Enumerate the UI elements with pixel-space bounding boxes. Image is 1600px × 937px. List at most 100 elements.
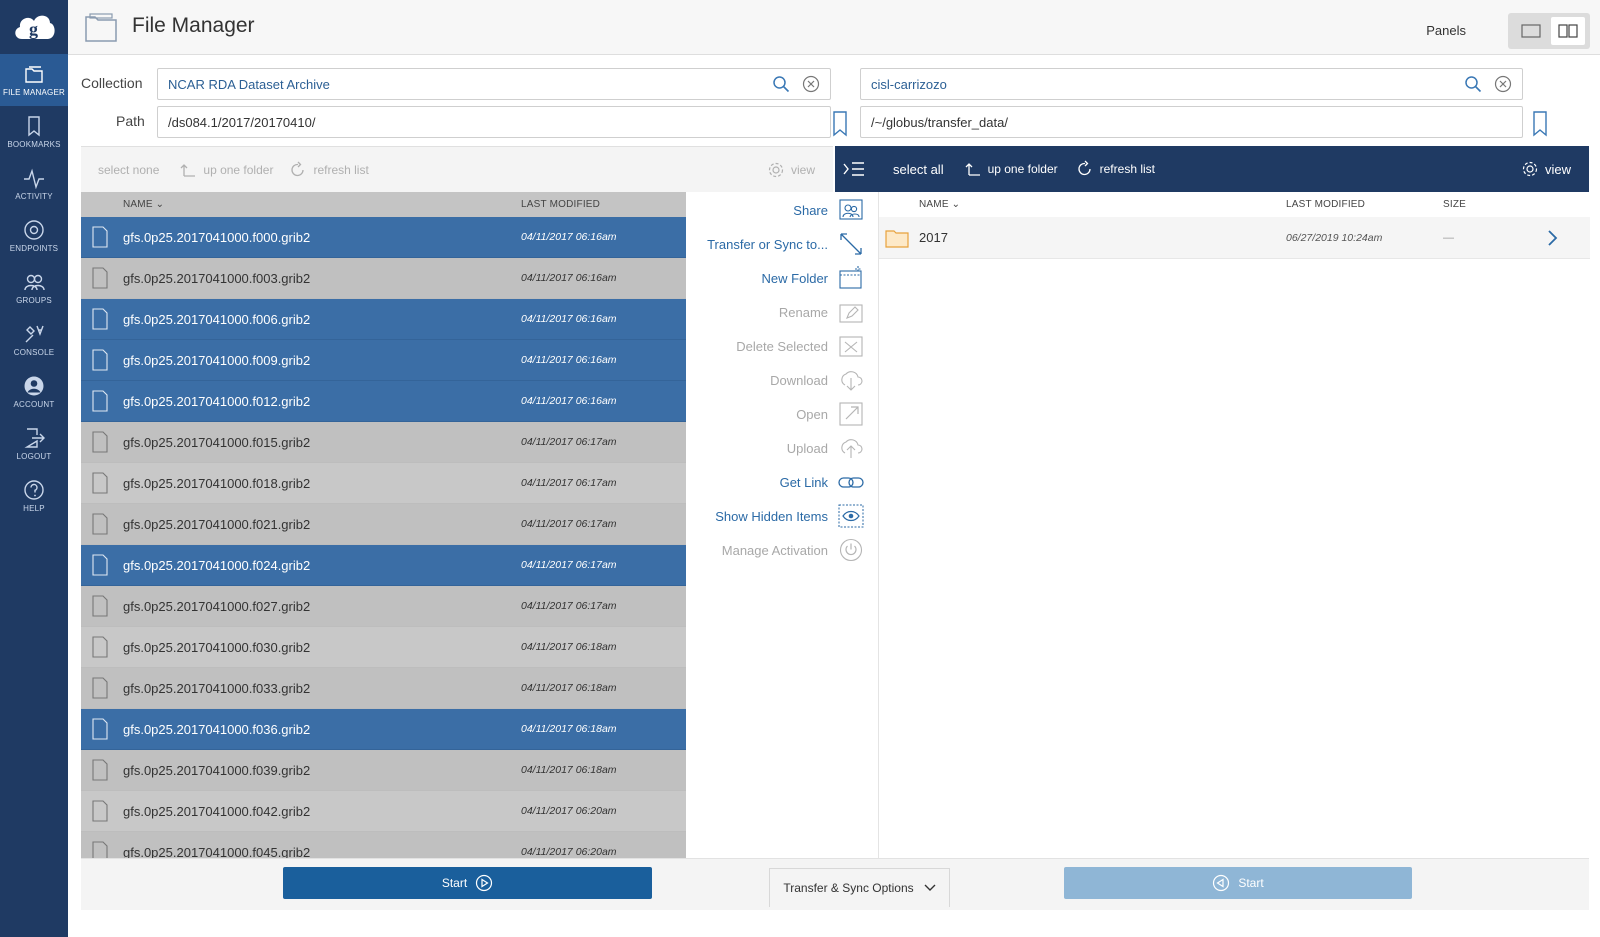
file-name: gfs.0p25.2017041000.f021.grib2 [123, 516, 311, 532]
folder-row[interactable]: 2017 06/27/2019 10:24am — [879, 217, 1590, 259]
file-name: gfs.0p25.2017041000.f018.grib2 [123, 475, 311, 491]
file-modified: 04/11/2017 06:18am [521, 764, 617, 776]
svg-text:g: g [29, 19, 38, 39]
action-rename[interactable]: Rename [779, 298, 864, 326]
file-row[interactable]: gfs.0p25.2017041000.f006.grib2 04/11/2017… [81, 299, 686, 340]
start-transfer-right-button[interactable]: Start [1064, 867, 1412, 899]
file-row[interactable]: gfs.0p25.2017041000.f021.grib2 04/11/2017… [81, 504, 686, 545]
transfer-sync-options-label: Transfer & Sync Options [783, 881, 914, 895]
dual-panel-button[interactable] [1550, 17, 1585, 45]
left-bookmark-icon[interactable] [833, 111, 847, 137]
action-get-link[interactable]: Get Link [780, 468, 864, 496]
panels-label: Panels [1426, 23, 1466, 38]
file-icon [92, 226, 108, 248]
right-refresh-button[interactable]: refresh list [1076, 160, 1155, 178]
action-open[interactable]: Open [796, 400, 864, 428]
clear-icon[interactable] [1492, 73, 1514, 95]
sidebar-item-endpoints[interactable]: ENDPOINTS [0, 210, 68, 262]
name-column-header[interactable]: NAME ⌄ [123, 199, 164, 210]
modified-column-header[interactable]: LAST MODIFIED [1286, 199, 1365, 210]
action-label: Open [796, 406, 828, 422]
size-column-header[interactable]: SIZE [1443, 199, 1466, 210]
right-collection-input[interactable]: cisl-carrizozo [860, 68, 1523, 100]
select-none-button[interactable]: select none [98, 163, 159, 177]
console-icon [25, 325, 44, 343]
modified-column-header[interactable]: LAST MODIFIED [521, 199, 600, 210]
file-row[interactable]: gfs.0p25.2017041000.f018.grib2 04/11/2017… [81, 463, 686, 504]
left-refresh-button[interactable]: refresh list [289, 161, 369, 179]
transfer-icon [840, 233, 862, 255]
search-icon[interactable] [770, 73, 792, 95]
start-label: Start [1238, 876, 1264, 890]
right-file-list: NAME ⌄ LAST MODIFIED SIZE 2017 06/27/201… [878, 192, 1590, 858]
right-path-input[interactable]: /~/globus/transfer_data/ [860, 106, 1523, 138]
file-row[interactable]: gfs.0p25.2017041000.f027.grib2 04/11/2017… [81, 586, 686, 627]
sidebar-item-account[interactable]: ACCOUNT [0, 366, 68, 418]
file-icon [92, 841, 108, 858]
bookmark-icon [28, 116, 40, 137]
start-transfer-left-button[interactable]: Start [283, 867, 652, 899]
sidebar-item-label: BOOKMARKS [7, 140, 61, 149]
logout-icon [24, 428, 45, 448]
chevron-right-icon[interactable] [1546, 229, 1558, 247]
file-row[interactable]: gfs.0p25.2017041000.f033.grib2 04/11/2017… [81, 668, 686, 709]
refresh-label: refresh list [313, 162, 369, 177]
transfer-sync-options-button[interactable]: Transfer & Sync Options [769, 868, 950, 907]
sidebar-item-console[interactable]: CONSOLE [0, 314, 68, 366]
action-show-hidden-items[interactable]: Show Hidden Items [715, 502, 864, 530]
right-toolbar: select all up one folder refresh list vi… [835, 146, 1589, 192]
right-up-folder-button[interactable]: up one folder [964, 160, 1058, 178]
sidebar-item-bookmarks[interactable]: BOOKMARKS [0, 106, 68, 158]
sidebar-item-file-manager[interactable]: FILE MANAGER [0, 54, 68, 106]
file-icon [92, 759, 108, 781]
sidebar-item-logout[interactable]: LOGOUT [0, 418, 68, 470]
select-all-button[interactable]: select all [893, 162, 944, 177]
single-panel-button[interactable] [1514, 17, 1548, 45]
left-collection-input[interactable]: NCAR RDA Dataset Archive [157, 68, 831, 100]
main-content: Collection NCAR RDA Dataset Archive Path… [68, 55, 1600, 937]
delete-icon [839, 336, 863, 357]
sidebar-item-help[interactable]: HELP [0, 470, 68, 522]
file-row[interactable]: gfs.0p25.2017041000.f042.grib2 04/11/2017… [81, 791, 686, 832]
search-icon[interactable] [1462, 73, 1484, 95]
action-label: Transfer or Sync to... [707, 236, 828, 252]
action-download[interactable]: Download [770, 366, 864, 394]
name-column-label: NAME [123, 199, 153, 210]
action-new-folder[interactable]: New Folder [762, 264, 864, 292]
file-row[interactable]: gfs.0p25.2017041000.f045.grib2 04/11/2017… [81, 832, 686, 858]
file-row[interactable]: gfs.0p25.2017041000.f000.grib2 04/11/2017… [81, 217, 686, 258]
file-icon [92, 431, 108, 453]
file-row[interactable]: gfs.0p25.2017041000.f012.grib2 04/11/2017… [81, 381, 686, 422]
file-icon [92, 390, 108, 412]
open-icon [839, 402, 863, 426]
action-delete-selected[interactable]: Delete Selected [736, 332, 864, 360]
file-row[interactable]: gfs.0p25.2017041000.f039.grib2 04/11/2017… [81, 750, 686, 791]
file-name: gfs.0p25.2017041000.f009.grib2 [123, 352, 311, 368]
globus-logo[interactable]: g [0, 0, 68, 54]
file-row[interactable]: gfs.0p25.2017041000.f003.grib2 04/11/2017… [81, 258, 686, 299]
file-row[interactable]: gfs.0p25.2017041000.f030.grib2 04/11/2017… [81, 627, 686, 668]
action-upload[interactable]: Upload [787, 434, 864, 462]
action-label: Get Link [779, 474, 828, 490]
file-row[interactable]: gfs.0p25.2017041000.f024.grib2 04/11/2017… [81, 545, 686, 586]
clear-icon[interactable] [800, 73, 822, 95]
right-view-button[interactable]: view [1521, 160, 1571, 178]
refresh-label: refresh list [1099, 162, 1155, 176]
sidebar-item-activity[interactable]: ACTIVITY [0, 158, 68, 210]
left-file-list: NAME ⌄ LAST MODIFIED gfs.0p25.2017041000… [81, 192, 686, 858]
right-bookmark-icon[interactable] [1533, 111, 1547, 137]
action-manage-activation[interactable]: Manage Activation [722, 536, 864, 564]
up-folder-icon [180, 163, 196, 177]
file-row[interactable]: gfs.0p25.2017041000.f015.grib2 04/11/2017… [81, 422, 686, 463]
left-up-folder-button[interactable]: up one folder [179, 161, 273, 179]
name-column-header[interactable]: NAME ⌄ [919, 199, 960, 210]
file-row[interactable]: gfs.0p25.2017041000.f036.grib2 04/11/2017… [81, 709, 686, 750]
sidebar-item-groups[interactable]: GROUPS [0, 262, 68, 314]
action-transfer-or-sync-to[interactable]: Transfer or Sync to... [707, 230, 864, 258]
collapse-panel-icon[interactable] [843, 160, 865, 178]
up-folder-icon [965, 163, 980, 176]
file-row[interactable]: gfs.0p25.2017041000.f009.grib2 04/11/2017… [81, 340, 686, 381]
left-view-button[interactable]: view [767, 161, 815, 179]
left-path-input[interactable]: /ds084.1/2017/20170410/ [157, 106, 831, 138]
action-share[interactable]: Share [793, 196, 864, 224]
